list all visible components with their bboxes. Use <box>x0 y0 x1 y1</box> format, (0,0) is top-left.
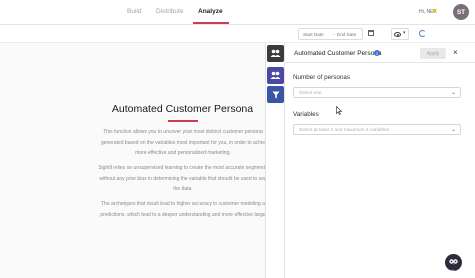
notification-dot-icon <box>433 9 436 12</box>
chevron-down-icon: ⌄ <box>450 127 456 133</box>
tab-distribute[interactable]: Distribute <box>156 8 183 15</box>
variables-placeholder: Select at least 2 and maximum 5 variable… <box>299 127 390 133</box>
calendar-icon[interactable] <box>368 30 374 36</box>
tab-build[interactable]: Build <box>127 8 141 15</box>
main-content-area <box>0 43 265 278</box>
description-paragraph-2: Sightll relies on unsupervised learning … <box>80 163 286 195</box>
chevron-down-icon: ▾ <box>403 30 406 36</box>
avatar[interactable]: ST <box>453 4 469 20</box>
help-label: Help <box>448 269 456 273</box>
paragraph-line: The archetypes that result lead to highe… <box>101 201 265 207</box>
arrow-right-icon: → <box>331 31 336 37</box>
num-personas-select[interactable]: Select one ⌄ <box>293 87 461 98</box>
date-range-picker[interactable]: Start Date → End Date <box>298 28 363 40</box>
toolbar: Start Date → End Date ▾ <box>0 25 475 43</box>
filter-tool-button[interactable] <box>267 86 284 103</box>
apply-button[interactable]: Apply <box>420 48 446 59</box>
tab-analyze[interactable]: Analyze <box>198 8 223 15</box>
num-personas-placeholder: Select one <box>299 90 322 96</box>
paragraph-line: Sightll relies on unsupervised learning … <box>98 165 268 171</box>
persona-settings-panel: Automated Customer Persona i Apply × Num… <box>284 43 475 278</box>
paragraph-line: the data. <box>173 186 193 192</box>
eye-icon <box>394 32 401 37</box>
mouse-cursor-icon <box>336 106 342 115</box>
top-nav: Build Distribute Analyze Hi, NEX ST <box>0 0 475 25</box>
panel-icon-strip <box>265 43 284 278</box>
people-icon <box>270 49 281 57</box>
description-paragraph-1: This function allows you to uncover your… <box>80 127 286 159</box>
end-date-field[interactable]: End Date <box>337 32 356 37</box>
owl-icon <box>449 259 458 265</box>
panel-header: Automated Customer Persona i Apply × <box>285 43 475 63</box>
description-paragraph-3: The archetypes that result lead to highe… <box>80 199 286 220</box>
panel-title: Automated Customer Persona <box>294 50 382 57</box>
paragraph-line: generated based on the variables most im… <box>101 139 265 146</box>
persona-tool-button[interactable] <box>267 45 284 62</box>
variables-select[interactable]: Select at least 2 and maximum 5 variable… <box>293 124 461 135</box>
active-tab-indicator <box>193 22 229 24</box>
visibility-dropdown-button[interactable]: ▾ <box>391 28 409 40</box>
users-icon <box>270 71 281 79</box>
variables-label: Variables <box>293 111 319 118</box>
start-date-field[interactable]: Start Date <box>303 32 324 37</box>
paragraph-line: more effective and personalized marketin… <box>135 150 231 156</box>
refresh-icon[interactable] <box>419 30 426 37</box>
close-icon[interactable]: × <box>453 48 458 57</box>
paragraph-line: This function allows you to uncover your… <box>103 129 263 135</box>
paragraph-line: without any prior bias in determining th… <box>99 175 267 182</box>
filter-icon <box>272 91 279 98</box>
num-personas-label: Number of personas <box>293 74 351 81</box>
chevron-down-icon: ⌄ <box>450 90 456 96</box>
segments-tool-button[interactable] <box>267 67 284 84</box>
info-icon[interactable]: i <box>374 50 380 56</box>
paragraph-line: predictions, which lead to a deeper unde… <box>100 211 266 218</box>
title-underline <box>168 120 198 122</box>
